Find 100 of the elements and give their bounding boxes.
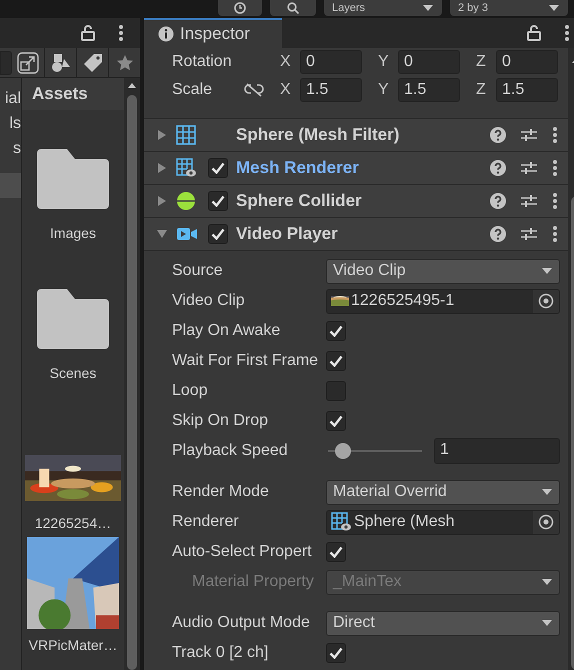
expanded-arrow-icon[interactable] [156,228,168,240]
axis-label: X [280,52,292,72]
layers-dropdown[interactable]: Layers [324,0,442,16]
axis-label: Y [378,52,390,72]
sphere-icon [176,190,196,211]
help-icon[interactable] [490,127,506,143]
number-field[interactable]: 1.5 [300,78,362,102]
broken-link-icon[interactable] [244,82,264,97]
folder-icon[interactable] [37,289,109,349]
checkmark-icon [329,355,343,367]
layout-dropdown[interactable]: 2 by 3 [450,0,568,16]
checkbox[interactable] [326,643,346,663]
more-icon[interactable] [564,24,570,42]
help-icon[interactable] [490,226,506,242]
more-icon[interactable] [118,24,124,42]
checkbox[interactable] [326,411,346,431]
number-field[interactable]: 0 [398,50,460,74]
collapsed-arrow-icon[interactable] [156,162,168,174]
checkmark-icon [211,195,225,207]
target-icon[interactable] [538,514,554,530]
component-title[interactable]: Video Player [236,221,338,247]
more-icon[interactable] [552,159,558,177]
sliders-icon[interactable] [520,127,538,143]
checkbox[interactable] [208,158,228,178]
sliders-icon[interactable] [520,160,538,176]
lock-icon[interactable] [80,25,96,41]
axis-label: Z [476,52,487,72]
target-icon[interactable] [538,293,554,309]
dropdown[interactable]: Material Overrid [326,480,560,504]
star-icon [116,54,134,72]
field-label: Skip On Drop [171,411,270,431]
search-icon [287,2,299,14]
lock-icon[interactable] [526,25,542,41]
dropdown[interactable]: Video Clip [326,258,560,284]
checkmark-icon [329,647,343,659]
field-label: Render Mode [171,482,270,502]
shapes-icon [50,52,70,72]
more-icon[interactable] [552,126,558,144]
caret-icon [541,267,553,275]
caret-icon [422,4,434,12]
sliders-icon[interactable] [520,226,538,242]
collapsed-arrow-icon[interactable] [156,129,168,141]
more-icon[interactable] [552,192,558,210]
axis-label: Y [378,80,390,100]
field-label: Source [171,261,224,281]
number-field[interactable]: 1.5 [496,78,558,102]
checkbox[interactable] [326,542,346,562]
asset-label: Images [50,224,96,243]
checkmark-icon [329,546,343,558]
tag-icon [82,52,102,72]
sidebar-item[interactable]: s [0,136,21,161]
dropdown[interactable]: Direct [326,610,560,636]
checkbox[interactable] [208,224,228,244]
number-field[interactable]: 1 [434,438,560,464]
caret-icon [541,578,553,586]
field-label: Playback Speed [171,441,289,461]
field-label: Rotation [172,52,233,72]
field-label: Track 0 [2 ch] [171,643,270,663]
checkbox[interactable] [326,321,346,341]
sidebar-item[interactable]: ial [0,86,21,111]
checkbox[interactable] [208,191,228,211]
inspector-tab[interactable]: Inspector [144,18,282,48]
sidebar-item[interactable]: ls [0,111,21,136]
collapsed-arrow-icon[interactable] [156,195,168,207]
help-icon[interactable] [490,160,506,176]
field-label: Scale [172,80,214,100]
caret-icon [541,619,553,627]
number-field[interactable]: 0 [300,50,362,74]
search-button[interactable] [270,0,316,16]
more-icon[interactable] [552,225,558,243]
caret-icon [548,4,560,12]
grid-eye-icon [176,158,197,178]
field-label: Wait For First Frame [171,351,320,371]
field-label: Video Clip [171,291,246,311]
field-label: Material Property [191,572,315,592]
sliders-icon[interactable] [520,193,538,209]
number-field[interactable]: 1.5 [398,78,460,102]
checkbox[interactable] [326,381,346,401]
asset-label: 12265254… [34,514,112,533]
checkmark-icon [211,228,225,240]
clock-icon [234,2,246,14]
field-label: Audio Output Mode [171,613,311,633]
info-icon [158,26,174,42]
slider-thumb[interactable] [335,443,352,459]
video-camera-icon [176,226,198,242]
checkmark-icon [329,415,343,427]
folder-icon[interactable] [37,149,109,209]
asset-label: Scenes [50,364,96,383]
axis-label: X [280,80,292,100]
object-field[interactable]: Sphere (Mesh [326,510,560,534]
number-field[interactable]: 0 [496,50,558,74]
checkbox[interactable] [326,351,346,371]
help-icon[interactable] [490,193,506,209]
scrollbar-thumb[interactable] [127,95,137,670]
scroll-up-icon[interactable] [127,82,137,89]
object-field[interactable]: 1226525495-1 [326,288,560,314]
field-label: Loop [171,381,209,401]
axis-label: Z [476,80,487,100]
history-button[interactable] [218,0,262,16]
grid-eye-icon [331,512,352,532]
